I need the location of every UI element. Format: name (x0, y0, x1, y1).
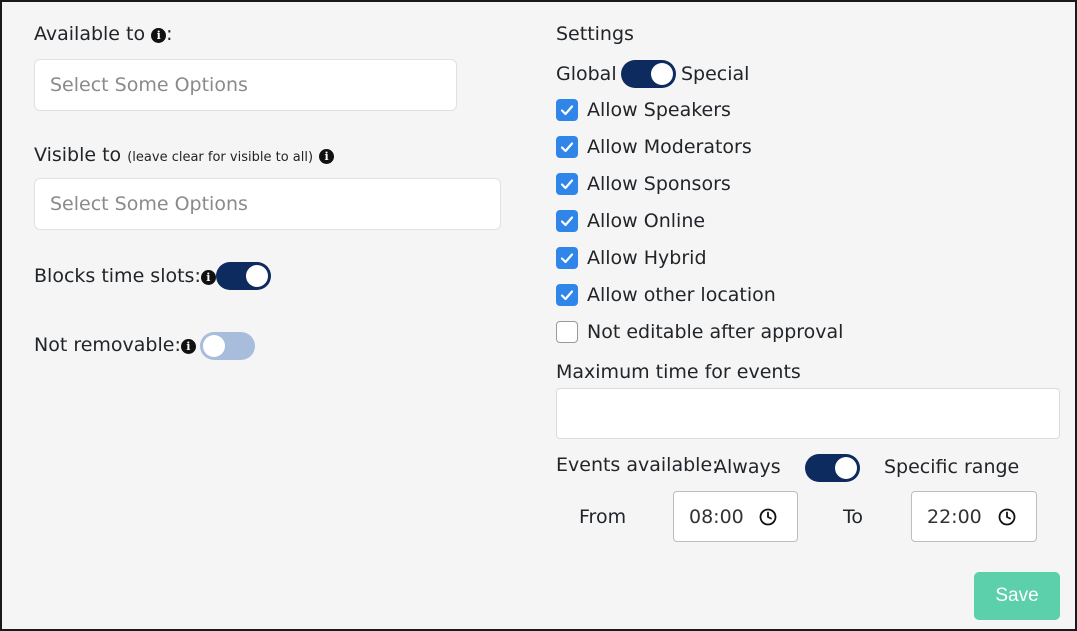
not-removable-label: Not removable: i (34, 333, 196, 357)
special-label: Special (681, 63, 750, 85)
max-time-label: Maximum time for events (556, 361, 801, 383)
clock-icon[interactable] (998, 508, 1016, 526)
available-to-label: Available to i: (34, 23, 173, 45)
not-removable-toggle[interactable] (200, 332, 255, 360)
info-icon[interactable]: i (200, 270, 216, 285)
checkbox[interactable] (556, 173, 578, 195)
from-label: From (579, 506, 627, 528)
blocks-time-slots-toggle[interactable] (216, 262, 271, 290)
checkbox[interactable] (556, 210, 578, 232)
info-icon[interactable]: i (180, 339, 196, 354)
available-to-placeholder: Select Some Options (50, 74, 248, 96)
to-time-value: 22:00 (927, 505, 982, 528)
events-available-toggle[interactable] (805, 454, 860, 482)
visible-to-placeholder: Select Some Options (50, 193, 248, 215)
to-time-input[interactable]: 22:00 (911, 491, 1037, 542)
max-time-input[interactable] (556, 388, 1060, 439)
from-time-input[interactable]: 08:00 (673, 491, 798, 542)
visible-to-select[interactable]: Select Some Options (34, 178, 501, 230)
save-button[interactable]: Save (974, 572, 1060, 620)
from-time-value: 08:00 (689, 505, 744, 528)
check-icon (560, 105, 574, 116)
global-special-toggle[interactable] (621, 60, 676, 88)
toggle-knob (203, 335, 225, 357)
check-icon (560, 142, 574, 153)
checkbox[interactable] (556, 284, 578, 306)
checkbox-label[interactable]: Allow Moderators (587, 135, 752, 159)
check-icon (560, 216, 574, 227)
checkbox-label[interactable]: Not editable after approval (587, 320, 843, 344)
checkbox-label[interactable]: Allow Sponsors (587, 172, 731, 196)
settings-panel: Available to i: Select Some Options Visi… (0, 0, 1077, 631)
events-available-label: Events available: (556, 454, 719, 476)
to-label: To (843, 506, 864, 528)
clock-icon[interactable] (759, 508, 777, 526)
toggle-knob (835, 457, 857, 479)
visible-to-label: Visible to (leave clear for visible to a… (34, 143, 335, 170)
check-icon (560, 290, 574, 301)
checkbox-label[interactable]: Allow other location (587, 283, 776, 307)
visible-to-note: (leave clear for visible to all) (127, 150, 314, 165)
blocks-time-slots-label: Blocks time slots: i (34, 264, 216, 288)
checkbox[interactable] (556, 247, 578, 269)
checkbox[interactable] (556, 321, 578, 343)
checkbox[interactable] (556, 136, 578, 158)
specific-range-label: Specific range (884, 456, 1020, 478)
global-label: Global (556, 63, 617, 85)
always-label: Always (714, 456, 781, 478)
settings-title: Settings (556, 23, 634, 45)
checkbox-label[interactable]: Allow Online (587, 209, 705, 233)
info-icon[interactable]: i (319, 149, 335, 164)
checkbox[interactable] (556, 99, 578, 121)
checkbox-label[interactable]: Allow Hybrid (587, 246, 707, 270)
check-icon (560, 253, 574, 264)
toggle-knob (246, 265, 268, 287)
available-to-select[interactable]: Select Some Options (34, 59, 457, 111)
checkbox-label[interactable]: Allow Speakers (587, 98, 731, 122)
toggle-knob (651, 63, 673, 85)
info-icon[interactable]: i (151, 28, 167, 43)
check-icon (560, 179, 574, 190)
